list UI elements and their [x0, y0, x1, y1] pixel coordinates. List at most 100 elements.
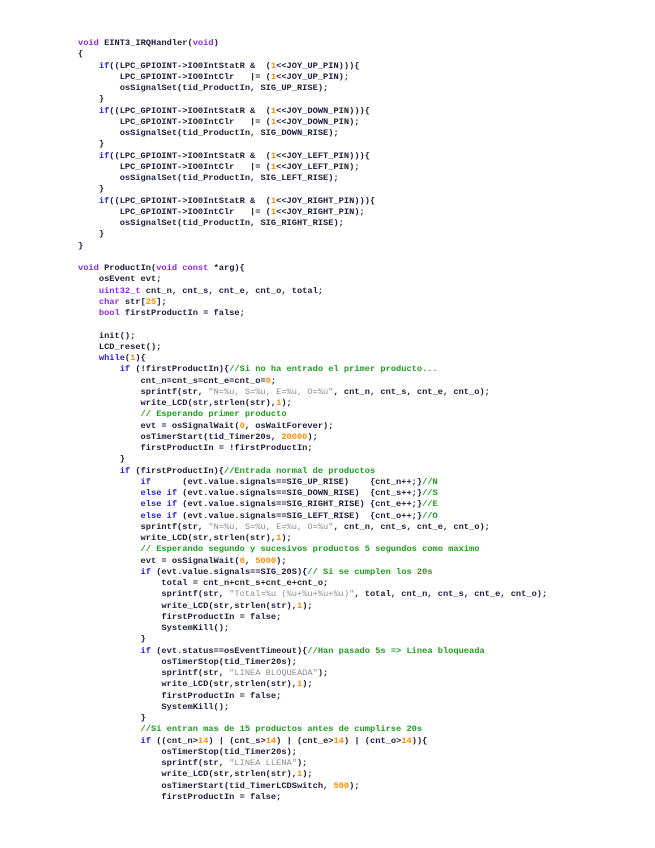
code-line: else if (evt.value.signals==SIG_DOWN_RIS… [78, 488, 547, 499]
code-text: <<JOY_UP_PIN); [276, 71, 350, 82]
code-text: , osWaitForever); [244, 420, 334, 431]
code-text: ((LPC_GPIOINT->IO0IntStatR & ( [109, 195, 271, 206]
code-text: } [78, 184, 105, 195]
code-text: sprintf(str, [78, 589, 230, 600]
code-line: if (evt.value.signals==SIG_UP_RISE) {cnt… [78, 477, 547, 488]
code-text: evt = osSignalWait( [78, 555, 240, 566]
code-line: void ProductIn(void const *arg){ [78, 263, 547, 274]
code-comment: //Si no ha entrado el primer producto... [229, 364, 438, 375]
code-text: , cnt_n, cnt_s, cnt_e, cnt_o); [333, 521, 490, 532]
code-text: osTimerStop(tid_Timer20s); [78, 746, 297, 757]
code-line: void EINT3_IRQHandler(void) [78, 38, 547, 49]
control-keyword: if [78, 195, 110, 206]
code-text: write_LCD(str,strlen(str), [78, 679, 297, 690]
code-line: firstProductIn = false; [78, 792, 547, 803]
code-line: osSignalSet(tid_ProductIn, SIG_LEFT_RISE… [78, 173, 547, 184]
code-text: <<JOY_LEFT_PIN); [276, 161, 360, 172]
code-text: cnt_n, cnt_s, cnt_e, cnt_o, total; [140, 285, 324, 296]
code-line: LPC_GPIOINT->IO0IntClr |= (1<<JOY_RIGHT_… [78, 207, 547, 218]
code-text: , [244, 555, 256, 566]
code-text: SystemKill(); [78, 623, 230, 633]
code-line: SystemKill(); [78, 623, 547, 634]
control-keyword: if [78, 150, 110, 161]
code-line: sprintf(str, "N=%u, S=%u, E=%u, O=%u", c… [78, 522, 547, 533]
code-line: write_LCD(str,strlen(str),1); [78, 769, 547, 780]
code-line: } [78, 634, 547, 645]
code-comment: // Esperando primer producto [78, 409, 287, 420]
code-line: osSignalSet(tid_ProductIn, SIG_UP_RISE); [78, 83, 547, 94]
code-text: (evt.value.signals==SIG_UP_RISE) {cnt_n+… [151, 476, 423, 487]
control-keyword: if [78, 735, 151, 746]
code-comment: //Si entran mas de 15 productos antes de… [78, 724, 423, 735]
code-text: <<JOY_UP_PIN))){ [276, 60, 360, 71]
code-line: while(1){ [78, 353, 547, 364]
code-text: ) | (cnt_e> [276, 735, 334, 746]
code-comment: // Si se cumplen los 20s [307, 566, 433, 577]
code-text: ) [213, 38, 219, 48]
code-line: // Esperando primer producto [78, 409, 547, 420]
code-text: LPC_GPIOINT->IO0IntClr |= ( [78, 71, 271, 82]
code-text: , cnt_n, cnt_s, cnt_e, cnt_o); [333, 386, 490, 397]
code-line: cnt_n=cnt_s=cnt_e=cnt_o=0; [78, 376, 547, 387]
code-text: LPC_GPIOINT->IO0IntClr |= ( [78, 206, 271, 217]
code-text: evt = osSignalWait( [78, 420, 240, 431]
code-line: osSignalSet(tid_ProductIn, SIG_RIGHT_RIS… [78, 218, 547, 229]
code-text: } [78, 139, 105, 150]
control-keyword: if [78, 566, 151, 577]
code-line: firstProductIn = false; [78, 612, 547, 623]
code-line: write_LCD(str,strlen(str),1); [78, 601, 547, 612]
number-literal: 500 [333, 780, 350, 791]
code-line: osTimerStop(tid_Timer20s); [78, 657, 547, 668]
code-text: ) | (cnt_s> [208, 735, 266, 746]
code-line: init(); [78, 331, 547, 342]
code-text: EINT3_IRQHandler( [98, 38, 193, 48]
code-text: ; [270, 375, 277, 386]
code-line: evt = osSignalWait(0, osWaitForever); [78, 421, 547, 432]
code-text: ((LPC_GPIOINT->IO0IntStatR & ( [109, 150, 271, 161]
code-line: if (evt.value.signals==SIG_20S){// Si se… [78, 567, 547, 578]
number-literal: 14 [333, 735, 344, 746]
control-keyword: else if [78, 499, 178, 510]
code-text: (evt.value.signals==SIG_LEFT_RISE) {cnt_… [177, 510, 423, 521]
control-keyword: if [78, 60, 110, 71]
code-text: firstProductIn = false; [78, 611, 282, 622]
code-line: write_LCD(str,strlen(str),1); [78, 398, 547, 409]
code-line: LPC_GPIOINT->IO0IntClr |= (1<<JOY_DOWN_P… [78, 117, 547, 128]
code-text: (firstProductIn){ [130, 465, 224, 476]
code-text: ((cnt_n> [151, 735, 198, 746]
code-text: LCD_reset(); [78, 341, 162, 352]
code-text: ) | (cnt_o> [343, 735, 402, 746]
code-line: osTimerStop(tid_Timer20s); [78, 747, 547, 758]
code-text: ); [349, 780, 360, 791]
string-literal: "LINEA LLENA" [229, 758, 297, 768]
code-line: uint32_t cnt_n, cnt_s, cnt_e, cnt_o, tot… [78, 286, 547, 297]
code-line: sprintf(str, "LINEA LLENA"); [78, 758, 547, 769]
code-text: } [78, 229, 105, 240]
code-comment: //Han pasado 5s => Linea bloqueada [307, 645, 485, 656]
code-text: osSignalSet(tid_ProductIn, SIG_RIGHT_RIS… [78, 218, 344, 228]
code-text: ]; [156, 296, 167, 307]
code-text: } [78, 713, 146, 723]
number-literal: 20000 [281, 431, 308, 442]
code-text: <<JOY_LEFT_PIN))){ [276, 150, 370, 161]
code-line: } [78, 184, 547, 195]
code-line: firstProductIn = false; [78, 691, 547, 702]
code-line: LPC_GPIOINT->IO0IntClr |= (1<<JOY_UP_PIN… [78, 72, 547, 83]
type-keyword: void [192, 38, 214, 48]
code-text: write_LCD(str,strlen(str), [78, 600, 297, 611]
code-text: } [78, 240, 84, 251]
code-text: write_LCD(str,strlen(str), [78, 533, 277, 543]
code-line: osEvent evt; [78, 274, 547, 285]
code-text: ((LPC_GPIOINT->IO0IntStatR & ( [109, 60, 271, 71]
code-line: } [78, 241, 547, 252]
control-keyword: if [78, 364, 131, 375]
code-line: sprintf(str, "LINEA BLOQUEADA"); [78, 668, 547, 679]
control-keyword: if [78, 465, 131, 476]
code-text: firstProductIn = false; [78, 690, 282, 701]
code-text: (evt.status==osEventTimeout){ [151, 645, 308, 656]
code-text: LPC_GPIOINT->IO0IntClr |= ( [78, 116, 271, 127]
code-text: <<JOY_DOWN_PIN); [276, 116, 360, 127]
code-line: } [78, 713, 547, 724]
code-text: sprintf(str, [78, 521, 209, 532]
code-text: firstProductIn = false; [78, 791, 282, 802]
